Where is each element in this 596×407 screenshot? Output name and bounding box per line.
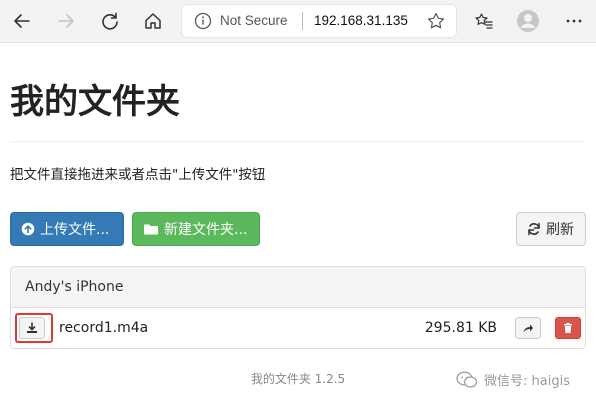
new-folder-button[interactable]: 新建文件夹... [132,212,260,246]
download-icon [27,322,37,333]
page-title: 我的文件夹 [10,82,180,122]
refresh-button[interactable]: 刷新 [516,212,586,246]
url-text[interactable]: 192.168.31.135 [314,13,408,28]
folder-icon [143,222,159,236]
upload-circle-icon [21,222,35,236]
share-button[interactable] [515,317,541,339]
back-arrow-icon[interactable] [9,8,35,34]
address-separator [302,12,303,30]
file-size: 295.81 KB [424,320,497,336]
upload-file-button[interactable]: 上传文件... [10,212,124,246]
upload-hint: 把文件直接拖进来或者点击"上传文件"按钮 [10,167,266,183]
browser-toolbar: Not Secure 192.168.31.135 [0,0,596,43]
refresh-icon[interactable] [97,8,123,34]
more-icon[interactable] [561,8,587,34]
new-folder-label: 新建文件夹... [164,222,248,238]
home-icon[interactable] [140,8,166,34]
wechat-icon [456,371,478,389]
share-arrow-icon [523,324,533,333]
file-row: record1.m4a 295.81 KB [11,308,585,348]
forward-arrow-icon[interactable] [53,8,79,34]
title-divider [10,141,586,142]
watermark-text: 微信号: haigis [484,374,570,389]
trash-icon [564,322,572,333]
info-icon[interactable] [194,12,212,30]
download-button[interactable] [19,317,45,339]
favorites-icon[interactable] [471,8,497,34]
address-bar[interactable]: Not Secure 192.168.31.135 [182,5,456,37]
upload-file-label: 上传文件... [40,222,110,238]
device-panel: Andy's iPhone record1.m4a 295.81 KB [10,266,586,349]
device-name: Andy's iPhone [25,279,124,295]
file-name[interactable]: record1.m4a [59,320,148,336]
delete-button[interactable] [555,317,581,339]
refresh-label: 刷新 [546,222,574,238]
star-icon[interactable] [426,11,446,31]
wechat-watermark: 微信号: haigis [456,370,570,389]
refresh-arrows-icon [527,222,541,236]
panel-heading: Andy's iPhone [11,267,585,308]
profile-icon[interactable] [515,8,541,34]
security-label: Not Secure [220,13,288,28]
